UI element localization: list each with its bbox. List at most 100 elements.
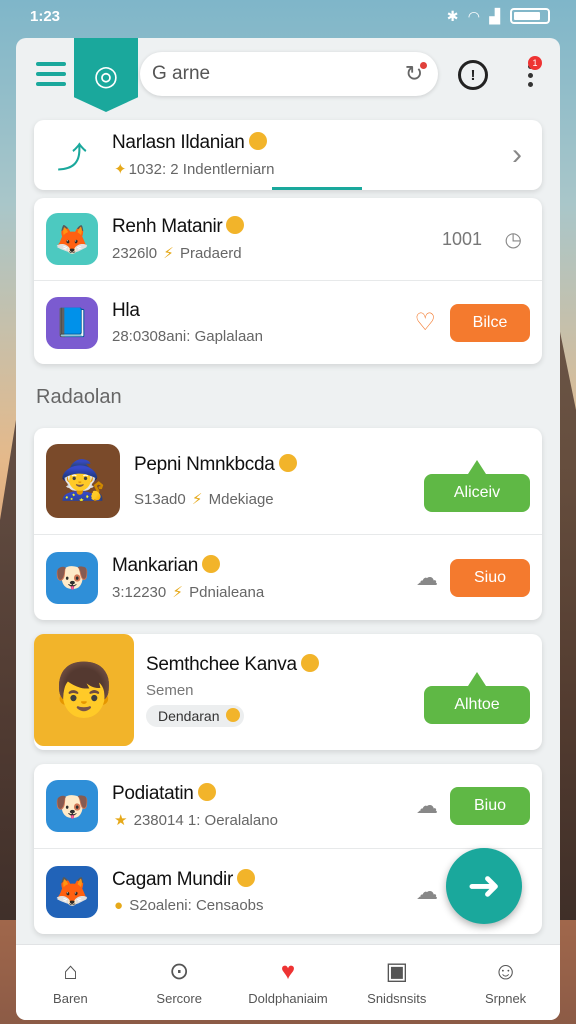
app-title: Cagam Mundir <box>112 869 234 890</box>
bolt-icon: ⚡ <box>191 491 203 508</box>
list-item[interactable]: 🐶 Mankarian 3:12230 ⚡ Pdnialeana ☁ Siuo <box>34 534 542 620</box>
nav-item-favorites[interactable]: ♥ Doldphaniaim <box>234 945 343 1020</box>
heart-icon: ♥ <box>280 958 296 985</box>
get-button[interactable]: Alhtoe <box>424 672 530 724</box>
emoji-icon <box>202 554 221 573</box>
refresh-icon[interactable]: ↻ <box>402 62 427 86</box>
bluetooth-icon: ✱ <box>446 7 459 24</box>
bolt-icon: ✦ <box>114 161 127 178</box>
search-bar: ↻ <box>140 52 438 96</box>
game-logo-icon[interactable]: ◎ <box>74 38 138 112</box>
section-title: Radaolan <box>36 386 122 408</box>
play-button[interactable]: Biuo <box>450 787 530 825</box>
app-subtitle-text: Mdekiage <box>208 491 274 508</box>
featured-underline <box>272 187 362 190</box>
nav-label: Baren <box>53 991 88 1006</box>
nav-label: Doldphaniaim <box>248 991 328 1006</box>
app-title: Semthchee Kanva <box>146 654 297 675</box>
wifi-icon: ◠ <box>468 7 480 24</box>
clipboard-icon: ▣ <box>385 958 409 985</box>
install-button[interactable]: Siuo <box>450 558 530 597</box>
app-subtitle-num: S13ad0 <box>134 491 186 508</box>
app-tag[interactable]: Dendaran <box>146 705 244 727</box>
list-item[interactable]: 🧙 Pepni Nmnkbcda S13ad0 ⚡ Mdekiage Alice… <box>34 428 542 534</box>
list-item[interactable]: 📘 Hla 28:0308ani: Gaplalaan ♡ Bilce <box>34 280 542 364</box>
timer-icon[interactable]: ◷ <box>505 227 522 252</box>
app-icon: 👦 <box>34 634 134 746</box>
list-item[interactable]: 🐶 Podiatatin ★ 238014 1: Oeralalano ☁ Bi… <box>34 764 542 848</box>
app-subtitle-text: Censaobs <box>195 897 264 914</box>
profile-icon: ☺ <box>493 958 518 985</box>
nav-item-search[interactable]: ⊙ Sercore <box>125 945 234 1020</box>
cloud-icon[interactable]: ☁ <box>416 565 438 591</box>
app-subtitle-num: 3:12230 <box>112 583 167 601</box>
emoji-icon <box>300 654 319 672</box>
signal-icon: ▟ <box>489 7 500 24</box>
menu-icon[interactable] <box>36 62 66 86</box>
app-subtitle-text: Oeralalano <box>204 812 278 829</box>
list-item[interactable]: 🦊 Renh Matanir 2326l0 ⚡ Pradaerd 1001 ◷ <box>34 198 542 280</box>
star-icon: ★ <box>114 812 128 829</box>
header: ◎ ↻ ! 1 <box>16 38 560 112</box>
status-icons: ✱ ◠ ▟ <box>447 8 550 25</box>
cloud-icon[interactable]: ☁ <box>416 879 438 905</box>
featured-title: Narlasn Ildanian <box>112 132 245 153</box>
home-icon: ⌂ <box>63 958 78 985</box>
chevron-right-icon[interactable]: › <box>512 138 522 172</box>
emoji-icon <box>226 216 245 234</box>
get-button[interactable]: Aliceiv <box>424 460 530 512</box>
app-icon: 📘 <box>46 296 98 349</box>
app-list-card-2: 🧙 Pepni Nmnkbcda S13ad0 ⚡ Mdekiage Alice… <box>34 428 542 620</box>
search-icon: ⊙ <box>169 958 190 985</box>
app-title: Renh Matanir <box>112 216 223 237</box>
app-subtitle-text: Gaplalaan <box>194 328 263 345</box>
app-subtitle: Semen <box>146 682 194 699</box>
status-time: 1:23 <box>30 7 61 25</box>
coin-icon: ● <box>114 897 124 914</box>
nav-item-clipboard[interactable]: ▣ Snidsnsits <box>342 945 451 1020</box>
status-bar: 1:23 ✱ ◠ ▟ <box>0 0 576 32</box>
bolt-icon: ⚡ <box>163 245 174 262</box>
nav-item-profile[interactable]: ☺ Srpnek <box>451 945 560 1020</box>
app-tag-label: Dendaran <box>158 708 220 724</box>
nav-item-home[interactable]: ⌂ Baren <box>16 945 125 1020</box>
chart-trend-icon: ⤴ <box>57 142 87 175</box>
bottom-nav: ⌂ Baren ⊙ Sercore ♥ Doldphaniaim ▣ Snids… <box>16 944 560 1020</box>
location-pin-icon[interactable]: ♡ <box>414 308 436 337</box>
app-icon: 🧙 <box>46 444 120 518</box>
emoji-icon <box>197 783 216 801</box>
clock-icon[interactable]: ! <box>458 60 488 90</box>
app-icon: 🐶 <box>46 551 98 604</box>
battery-icon <box>510 8 550 24</box>
app-subtitle-num: S2oaleni: <box>129 897 192 914</box>
featured-card[interactable]: ⤴ Narlasn Ildanian ✦ 1032: 2 Indentlernia… <box>34 120 542 190</box>
app-subtitle-num: 238014 1: <box>133 812 201 829</box>
emoji-icon <box>278 454 297 472</box>
app-subtitle-text: Pradaerd <box>179 245 242 262</box>
app-title: Mankarian <box>112 554 199 576</box>
install-button[interactable]: Bilce <box>450 303 530 342</box>
featured-app-card[interactable]: 👦 Semthchee Kanva Semen Dendaran Alhtoe <box>34 634 542 750</box>
emoji-icon <box>248 132 267 150</box>
forward-arrow-button[interactable]: ➜ <box>446 848 522 924</box>
notification-badge: 1 <box>528 56 542 70</box>
app-subtitle-text: Pdnialeana <box>189 583 265 601</box>
cloud-icon[interactable]: ☁ <box>416 793 438 819</box>
nav-label: Srpnek <box>484 991 527 1006</box>
tag-coin-icon <box>225 708 240 722</box>
app-rating-value: 1001 <box>441 228 482 249</box>
featured-subtitle: 1032: 2 Indentlerniarn <box>128 161 275 178</box>
nav-label: Sercore <box>156 991 202 1006</box>
app-icon: 🦊 <box>46 213 98 265</box>
emoji-icon <box>237 869 256 887</box>
app-title: Pepni Nmnkbcda <box>134 454 275 475</box>
nav-label: Snidsnsits <box>367 991 427 1006</box>
bolt-icon: ⚡ <box>172 583 183 601</box>
app-subtitle-num: 28:0308ani: <box>112 328 191 345</box>
app-subtitle-num: 2326l0 <box>112 245 158 262</box>
app-list-card-1: 🦊 Renh Matanir 2326l0 ⚡ Pradaerd 1001 ◷ … <box>34 198 542 364</box>
app-icon: 🦊 <box>46 865 98 918</box>
app-icon: 🐶 <box>46 780 98 832</box>
app-window: ◎ ↻ ! 1 ⤴ Narlasn Ildanian ✦1032: 2 Inde… <box>16 38 560 1020</box>
search-input[interactable] <box>152 63 402 85</box>
